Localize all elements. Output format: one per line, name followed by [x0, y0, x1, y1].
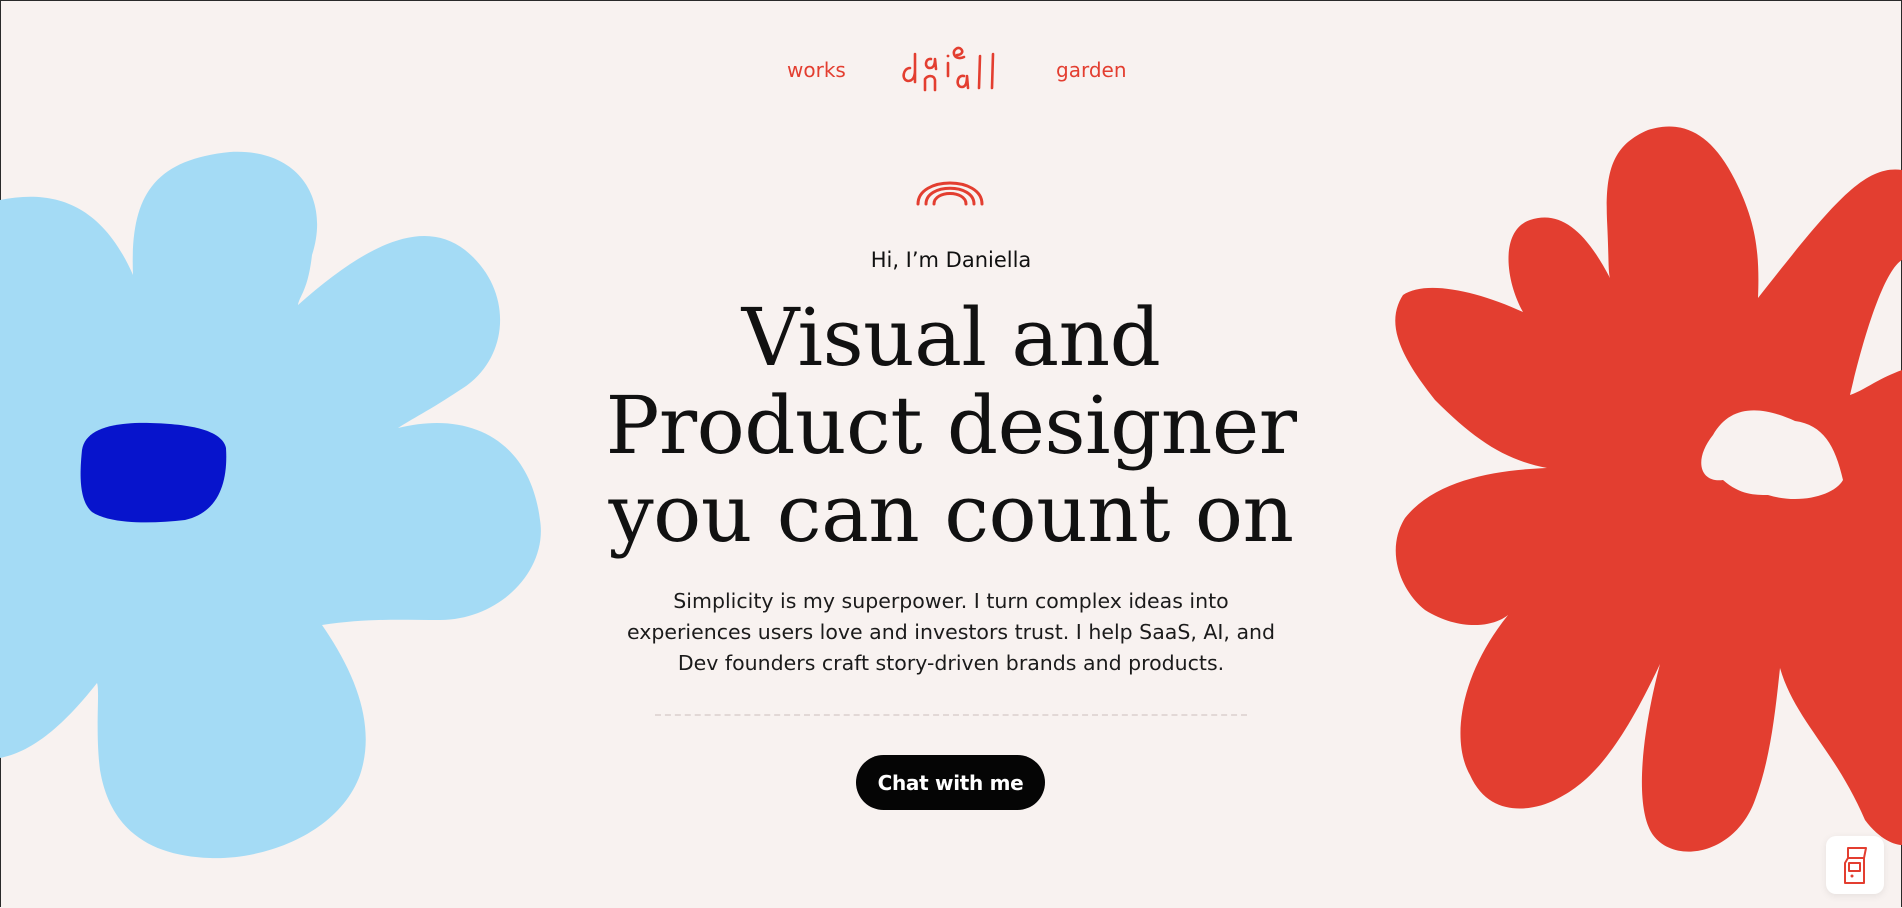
logo-link[interactable] — [898, 46, 1004, 94]
handwritten-logo-icon — [902, 46, 995, 92]
red-flower-illustration — [1395, 126, 1902, 852]
dashed-divider — [655, 714, 1247, 716]
chat-with-me-button[interactable]: Chat with me — [856, 755, 1045, 810]
hero-headline: Visual and Product designer you can coun… — [551, 294, 1351, 558]
nav-garden-link[interactable]: garden — [1056, 58, 1127, 82]
blue-flower-center — [80, 422, 227, 523]
nav-works-link[interactable]: works — [787, 58, 846, 82]
rainbow-icon — [916, 181, 984, 206]
headline-line-2: Product designer — [605, 379, 1297, 472]
headline-line-1: Visual and — [741, 291, 1161, 384]
arcade-machine-icon — [1844, 847, 1867, 884]
hero-greeting: Hi, I’m Daniella — [870, 248, 1032, 272]
headline-line-3: you can count on — [608, 467, 1294, 560]
hero-subtext: Simplicity is my superpower. I turn comp… — [626, 589, 1276, 675]
corner-widget-button[interactable] — [1826, 836, 1884, 894]
